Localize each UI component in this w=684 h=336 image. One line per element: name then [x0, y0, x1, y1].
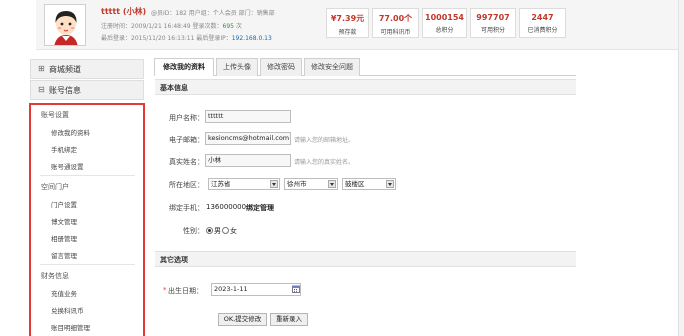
stat-available-points: 997707 可用积分	[470, 8, 516, 38]
city-select[interactable]: 徐州市	[284, 178, 338, 190]
realname-field[interactable]: 小林	[205, 154, 291, 167]
email-field[interactable]: kesioncms@hotmail.com	[205, 132, 291, 145]
sidebar-item-bind-phone[interactable]: 手机绑定	[51, 144, 77, 154]
sidebar-item-blog-manage[interactable]: 博文管理	[51, 216, 77, 226]
sidebar-section-mall[interactable]: ⊞ 商城频道	[30, 59, 144, 79]
realname-label: 真实姓名：	[169, 158, 204, 166]
gender-female-label: 女	[230, 227, 237, 235]
phone-manage-link[interactable]: 绑定管理	[246, 203, 274, 213]
chevron-down-icon	[328, 180, 336, 188]
phone-value: 136000000	[206, 203, 247, 211]
member-info: @员ID：182 用户组：个人会员 部门：销售部	[151, 10, 275, 17]
email-hint: 请输入您的邮箱地址。	[294, 137, 355, 144]
avatar[interactable]	[44, 4, 86, 46]
sidebar-item-edit-profile[interactable]: 修改我的资料	[51, 127, 90, 137]
username-field[interactable]: tttttt	[205, 110, 291, 123]
tab-change-password[interactable]: 修改密码	[260, 58, 302, 76]
gender-male-radio[interactable]	[206, 227, 213, 234]
expand-icon: ⊞	[38, 64, 45, 73]
tab-upload-avatar[interactable]: 上传头像	[216, 58, 258, 76]
username-label: 用户名称：	[169, 114, 204, 122]
username: ttttt (小林)	[101, 7, 147, 16]
section-other-options: 其它选项	[155, 251, 576, 267]
province-select[interactable]: 江苏省	[208, 178, 280, 190]
sidebar-item-album-manage[interactable]: 相册管理	[51, 233, 77, 243]
sidebar-group-account-settings: 账号设置	[41, 111, 69, 119]
tab-security-question[interactable]: 修改安全问题	[304, 58, 360, 76]
page-scrollbar[interactable]	[678, 0, 684, 336]
sidebar-item-recharge[interactable]: 充值业务	[51, 288, 77, 298]
stat-coins: 77.00个 可用科讯币	[372, 8, 419, 38]
section-basic-info: 基本信息	[155, 79, 576, 95]
email-label: 电子邮箱：	[169, 136, 204, 144]
stat-total-points: 1000154 总积分	[422, 8, 467, 38]
sidebar-item-account-details[interactable]: 账目明细管理	[51, 322, 90, 332]
reset-button[interactable]: 重新录入	[270, 313, 308, 326]
sidebar-item-account-pass[interactable]: 账号通设置	[51, 161, 84, 171]
birthday-label: 出生日期：	[168, 287, 203, 295]
realname-hint: 请输入您的真实姓名。	[294, 159, 355, 166]
sidebar-item-exchange-coins[interactable]: 兑换科讯币	[51, 305, 84, 315]
tab-edit-profile[interactable]: 修改我的资料	[154, 58, 214, 76]
chevron-down-icon	[270, 180, 278, 188]
sidebar-section-account[interactable]: ⊟ 账号信息	[30, 80, 144, 100]
phone-label: 绑定手机：	[169, 204, 204, 212]
register-info: 注册时间：2009/1/21 16:48:49 登录次数：695 次	[101, 23, 242, 30]
chevron-down-icon	[386, 180, 394, 188]
sidebar-group-space-portal: 空间门户	[41, 183, 69, 191]
sidebar-divider	[40, 175, 135, 176]
stat-deposit: ¥7.39元 预存款	[326, 8, 369, 38]
required-mark: *	[163, 286, 167, 294]
sidebar-divider	[40, 264, 135, 265]
submit-button[interactable]: OK,提交修改	[218, 313, 267, 326]
sidebar-item-portal-settings[interactable]: 门户设置	[51, 199, 77, 209]
stat-spent-points: 2447 已消费积分	[519, 8, 566, 38]
calendar-icon[interactable]	[292, 285, 300, 293]
gender-label: 性别：	[183, 227, 204, 235]
district-select[interactable]: 鼓楼区	[342, 178, 396, 190]
collapse-icon: ⊟	[38, 85, 45, 94]
last-login-ip: 192.168.0.13	[231, 35, 272, 42]
login-count: 695	[222, 23, 234, 30]
region-label: 所在地区：	[169, 181, 204, 189]
avatar-cartoon-icon	[45, 5, 85, 45]
sidebar-item-message-manage[interactable]: 留言管理	[51, 250, 77, 260]
sidebar-group-finance: 财务信息	[41, 272, 69, 280]
sidebar-highlight-box	[29, 103, 145, 336]
gender-female-radio[interactable]	[222, 227, 229, 234]
birthday-field[interactable]: 2023-1-11	[211, 283, 301, 296]
gender-male-label: 男	[214, 227, 221, 235]
last-login-info: 最后登录：2015/11/20 16:13:11 最后登录IP：192.168.…	[101, 35, 272, 42]
